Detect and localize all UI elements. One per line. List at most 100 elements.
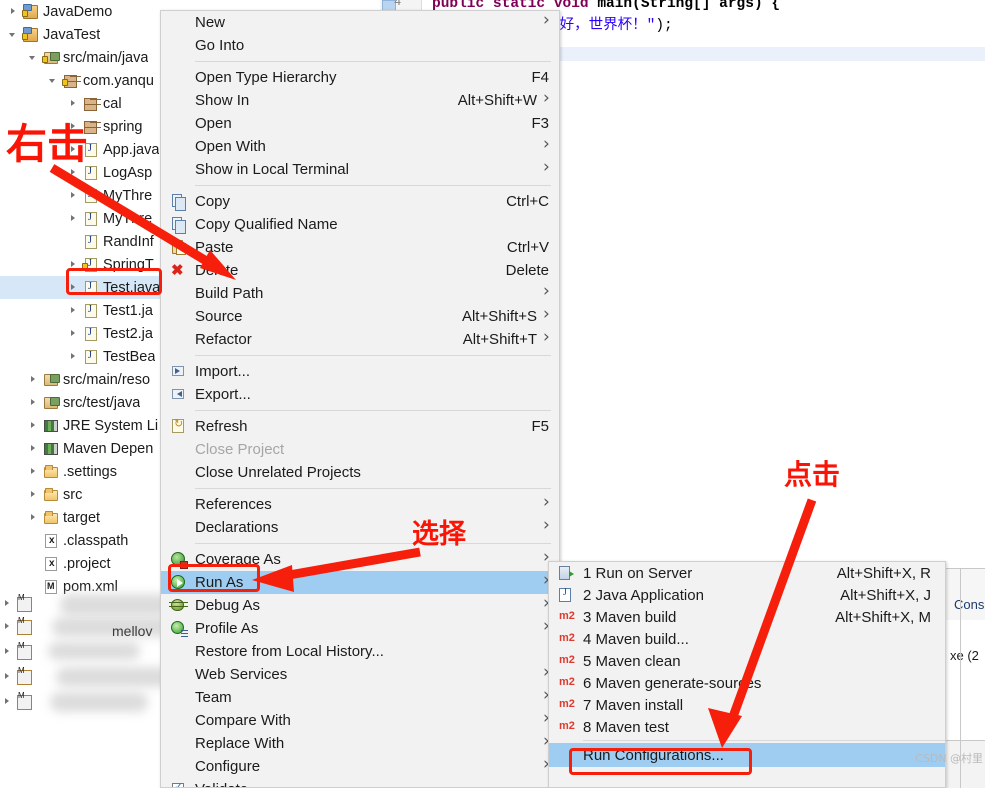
tree-item[interactable]: .classpath xyxy=(0,529,168,552)
submenu-item-8-maven-test[interactable]: m2 8 Maven test xyxy=(549,716,945,738)
tree-expand-expand-icon[interactable] xyxy=(68,213,79,224)
tree-expand-expand-icon[interactable] xyxy=(2,671,13,682)
menu-item-team[interactable]: Team xyxy=(161,685,559,709)
submenu-item-4-maven-build[interactable]: m2 4 Maven build... xyxy=(549,628,945,650)
console-view-tab[interactable]: Cons xyxy=(945,568,985,620)
tree-expand-expand-icon[interactable] xyxy=(2,621,13,632)
submenu-item-run-configurations[interactable]: Run Configurations... xyxy=(549,743,945,767)
submenu-item-3-maven-build[interactable]: m2 3 Maven build Alt+Shift+X, M xyxy=(549,606,945,628)
context-menu-items[interactable]: New Go Into Open Type Hierarchy F4 Show In Al… xyxy=(161,11,559,787)
tree-expand-collapse-icon[interactable] xyxy=(8,29,19,40)
menu-item-copy-qualified-name[interactable]: Copy Qualified Name xyxy=(161,213,559,236)
menu-item-coverage-as[interactable]: Coverage As xyxy=(161,547,559,571)
tree-expand-expand-icon[interactable] xyxy=(68,98,79,109)
tree-expand-collapse-icon[interactable] xyxy=(48,75,59,86)
context-menu[interactable]: New Go Into Open Type Hierarchy F4 Show In Al… xyxy=(160,10,560,788)
tree-expand-expand-icon[interactable] xyxy=(8,6,19,17)
tree-expand-expand-icon[interactable] xyxy=(2,696,13,707)
menu-item-references[interactable]: References xyxy=(161,492,559,516)
profile-icon xyxy=(170,620,188,637)
tree-expand-expand-icon[interactable] xyxy=(68,328,79,339)
menu-item-source[interactable]: Source Alt+Shift+S xyxy=(161,304,559,328)
tree-expand-expand-icon[interactable] xyxy=(28,374,39,385)
tree-expand-expand-icon[interactable] xyxy=(68,351,79,362)
tree-item[interactable]: RandInf xyxy=(0,230,168,253)
menu-item-refresh[interactable]: Refresh F5 xyxy=(161,415,559,438)
menu-item-replace-with[interactable]: Replace With xyxy=(161,731,559,755)
menu-item-debug-as[interactable]: Debug As xyxy=(161,593,559,617)
menu-item-compare-with[interactable]: Compare With xyxy=(161,708,559,732)
menu-item-close-unrelated-projects[interactable]: Close Unrelated Projects xyxy=(161,461,559,484)
menu-item-refactor[interactable]: Refactor Alt+Shift+T xyxy=(161,327,559,351)
submenu-item-5-maven-clean[interactable]: m2 5 Maven clean xyxy=(549,650,945,672)
menu-item-import[interactable]: Import... xyxy=(161,360,559,383)
submenu-item-2-java-application[interactable]: 2 Java Application Alt+Shift+X, J xyxy=(549,584,945,606)
tree-item[interactable]: src/main/java xyxy=(0,46,168,69)
menu-item-go-into[interactable]: Go Into xyxy=(161,34,559,57)
menu-item-open[interactable]: Open F3 xyxy=(161,112,559,135)
m2-icon: m2 xyxy=(559,654,575,666)
menu-separator xyxy=(195,488,551,489)
submenu-item-6-maven-generate-sources[interactable]: m2 6 Maven generate-sources xyxy=(549,672,945,694)
tree-item-label: src xyxy=(63,486,83,503)
tree-item[interactable]: JRE System Li xyxy=(0,414,168,437)
tree-expand-expand-icon[interactable] xyxy=(28,397,39,408)
menu-item-run-as[interactable]: Run As xyxy=(161,570,559,594)
tree-expand-expand-icon[interactable] xyxy=(2,598,13,609)
package-explorer-tree[interactable]: JavaDemo JavaTest src/main/java com.yanqu ca… xyxy=(0,0,168,788)
run-as-submenu[interactable]: 1 Run on Server Alt+Shift+X, R 2 Java Appl… xyxy=(548,561,946,788)
menu-item-validate[interactable]: Validate xyxy=(161,778,559,787)
tree-item[interactable]: SpringT xyxy=(0,253,168,276)
tree-expand-expand-icon[interactable] xyxy=(68,282,79,293)
tree-expand-collapse-icon[interactable] xyxy=(28,52,39,63)
tree-expand-expand-icon[interactable] xyxy=(68,190,79,201)
tree-expand-expand-icon[interactable] xyxy=(68,259,79,270)
tree-expand-expand-icon[interactable] xyxy=(28,489,39,500)
menu-item-profile-as[interactable]: Profile As xyxy=(161,616,559,640)
tree-item[interactable]: .project xyxy=(0,552,168,575)
tree-item[interactable]: com.yanqu xyxy=(0,69,168,92)
tree-item[interactable]: Maven Depen xyxy=(0,437,168,460)
menu-item-restore-from-local-history[interactable]: Restore from Local History... xyxy=(161,640,559,663)
tree-expand-expand-icon[interactable] xyxy=(28,512,39,523)
menu-item-delete[interactable]: ✖ Delete Delete xyxy=(161,259,559,282)
menu-item-show-in[interactable]: Show In Alt+Shift+W xyxy=(161,88,559,112)
menu-item-web-services[interactable]: Web Services xyxy=(161,662,559,686)
tree-item[interactable]: Test2.ja xyxy=(0,322,168,345)
tree-expand-expand-icon[interactable] xyxy=(2,646,13,657)
menu-item-show-in-local-terminal[interactable]: Show in Local Terminal xyxy=(161,157,559,181)
tree-item[interactable]: src/test/java xyxy=(0,391,168,414)
tree-item[interactable]: Test1.ja xyxy=(0,299,168,322)
menu-item-open-type-hierarchy[interactable]: Open Type Hierarchy F4 xyxy=(161,66,559,89)
tree-item[interactable]: .settings xyxy=(0,460,168,483)
menu-item-configure[interactable]: Configure xyxy=(161,754,559,778)
menu-item-declarations[interactable]: Declarations xyxy=(161,515,559,539)
java-file-locked-icon xyxy=(82,257,99,273)
tree-item[interactable]: src/main/reso xyxy=(0,368,168,391)
tree-expand-expand-icon[interactable] xyxy=(68,305,79,316)
tree-expand-expand-icon[interactable] xyxy=(68,167,79,178)
tree-item[interactable]: JavaDemo xyxy=(0,0,168,23)
tree-item[interactable]: src xyxy=(0,483,168,506)
tree-item[interactable]: MyThre xyxy=(0,184,168,207)
blur-redaction xyxy=(60,594,168,616)
menu-item-new[interactable]: New xyxy=(161,11,559,34)
tree-item[interactable]: MyThre xyxy=(0,207,168,230)
tree-item[interactable]: cal xyxy=(0,92,168,115)
menu-item-export[interactable]: Export... xyxy=(161,383,559,406)
menu-item-build-path[interactable]: Build Path xyxy=(161,281,559,305)
submenu-chevron-icon xyxy=(543,88,553,108)
submenu-item-1-run-on-server[interactable]: 1 Run on Server Alt+Shift+X, R xyxy=(549,562,945,584)
tree-item[interactable]: target xyxy=(0,506,168,529)
tree-item[interactable]: TestBea xyxy=(0,345,168,368)
tree-expand-expand-icon[interactable] xyxy=(28,466,39,477)
tree-expand-expand-icon[interactable] xyxy=(28,420,39,431)
menu-item-open-with[interactable]: Open With xyxy=(161,134,559,158)
tree-item[interactable]: JavaTest xyxy=(0,23,168,46)
menu-item-copy[interactable]: Copy Ctrl+C xyxy=(161,190,559,213)
submenu-items[interactable]: 1 Run on Server Alt+Shift+X, R 2 Java Appl… xyxy=(549,562,945,767)
tree-expand-expand-icon[interactable] xyxy=(28,443,39,454)
menu-item-paste[interactable]: Paste Ctrl+V xyxy=(161,236,559,259)
tree-item-selected[interactable]: Test.java xyxy=(0,276,168,299)
submenu-item-7-maven-install[interactable]: m2 7 Maven install xyxy=(549,694,945,716)
